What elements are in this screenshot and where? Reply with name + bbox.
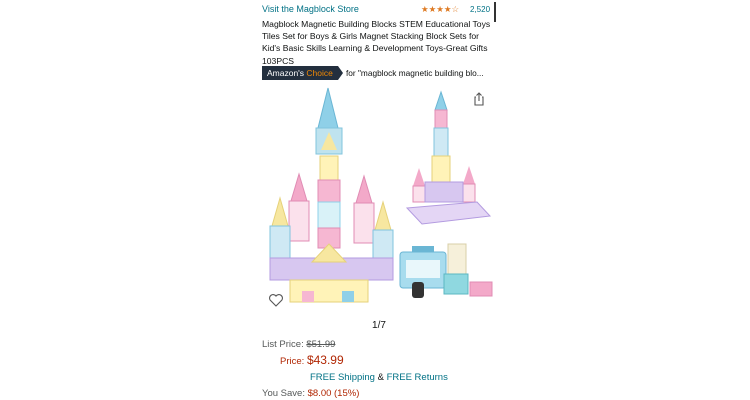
shipping-row: FREE Shipping & FREE Returns [310, 372, 448, 383]
rating-count-link[interactable]: 2,520 [470, 5, 490, 14]
badge-tail [338, 66, 343, 80]
price-row: Price: $43.99 [280, 353, 344, 367]
price-label: Price: [280, 356, 305, 367]
amazons-choice-badge[interactable]: Amazon's Choice [262, 66, 338, 80]
amazons-choice-row: Amazon's Choice for "magblock magnetic b… [262, 66, 496, 80]
store-rating-row: Visit the Magblock Store ★★★★☆ 2,520 [262, 4, 496, 18]
price-value: $43.99 [306, 353, 344, 367]
product-title: Magblock Magnetic Building Blocks STEM E… [262, 19, 491, 66]
image-pager: 1/7 [372, 320, 386, 331]
free-returns-link[interactable]: FREE Returns [387, 372, 448, 383]
heart-icon[interactable] [268, 292, 284, 308]
free-shipping-link[interactable]: FREE Shipping [310, 372, 375, 383]
product-panel: Visit the Magblock Store ★★★★☆ 2,520 Mag… [262, 0, 496, 400]
savings-label: You Save: [262, 388, 305, 399]
store-link[interactable]: Visit the Magblock Store [262, 4, 359, 14]
choice-keyword: for "magblock magnetic building blo... [346, 68, 484, 78]
list-price-value: $51.99 [306, 339, 336, 350]
star-rating[interactable]: ★★★★☆ [421, 4, 459, 15]
badge-choice: Choice [306, 68, 333, 78]
list-price-row: List Price: $51.99 [262, 339, 335, 350]
savings-value: $8.00 (15%) [307, 388, 360, 399]
savings-row: You Save: $8.00 (15%) [262, 388, 359, 399]
list-price-label: List Price: [262, 339, 304, 350]
castle-small [405, 90, 492, 225]
badge-brand: Amazon's [267, 68, 307, 78]
castle-large [269, 87, 394, 303]
scrollbar-thumb[interactable] [494, 2, 496, 22]
product-image[interactable] [262, 86, 496, 316]
shipping-amp: & [374, 372, 387, 383]
storage-box [399, 243, 493, 298]
